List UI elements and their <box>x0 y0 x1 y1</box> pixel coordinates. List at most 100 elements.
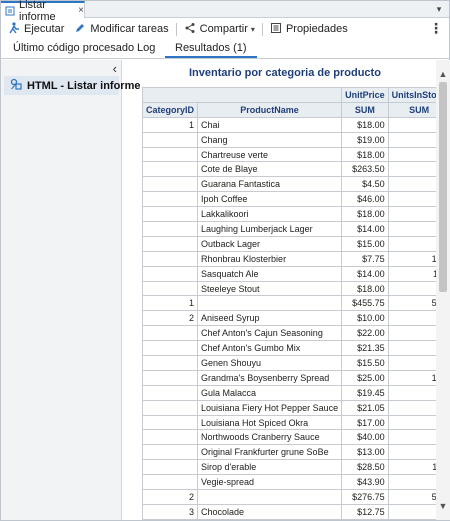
cell-categoryid <box>141 235 199 252</box>
table-row: Chartreuse verte$18.0069 <box>141 146 449 163</box>
cell-unitprice: $18.00 <box>341 116 389 133</box>
tab-last-code[interactable]: Último código procesado <box>13 42 134 58</box>
properties-icon <box>270 22 282 37</box>
cell-unitprice: $18.00 <box>341 146 389 163</box>
table-row: 2Aniseed Syrup$10.0013 <box>141 310 449 327</box>
cell-unitprice: $40.00 <box>341 429 389 446</box>
cell-categoryid <box>141 221 199 237</box>
cell-productname: Louisiana Fiery Hot Pepper Sauce <box>197 399 343 416</box>
close-icon[interactable]: × <box>78 5 84 16</box>
properties-button[interactable]: Propiedades <box>267 20 351 38</box>
toolbar-divider <box>261 22 263 36</box>
results-navigation-pane: ‹ HTML - Listar informe <box>1 60 140 520</box>
cell-productname <box>197 489 343 505</box>
tab-log[interactable]: Log <box>137 42 155 58</box>
cell-categoryid <box>141 459 199 476</box>
cell-unitprice: $21.05 <box>341 399 389 416</box>
cell-categoryid <box>141 131 199 148</box>
view-tabs: Último código procesado Log Resultados (… <box>1 39 449 59</box>
cell-categoryid <box>141 355 199 371</box>
chevron-down-icon: ▾ <box>250 24 255 34</box>
share-label: Compartir <box>199 23 248 35</box>
table-row: Sirop d'erable$28.50113 <box>141 459 449 476</box>
cell-productname: Chai <box>197 116 343 133</box>
cell-categoryid <box>141 429 199 446</box>
column-header-categoryid: CategoryID <box>141 101 199 118</box>
vertical-scrollbar[interactable]: ▲ ▼ <box>436 60 450 520</box>
cell-categoryid <box>141 191 199 208</box>
run-icon <box>8 21 20 37</box>
cell-unitprice: $263.50 <box>341 161 389 178</box>
cell-productname: Chef Anton's Cajun Seasoning <box>197 325 343 342</box>
cell-unitprice: $22.00 <box>341 325 389 342</box>
cell-unitprice: $21.35 <box>341 340 389 357</box>
cell-productname: Chocolade <box>197 503 343 520</box>
cell-productname: Vegie-spread <box>197 474 343 491</box>
cell-productname: Louisiana Hot Spiced Okra <box>197 414 343 431</box>
modify-tasks-button[interactable]: Modificar tareas <box>71 20 171 38</box>
nav-item-html-result[interactable]: HTML - Listar informe <box>4 76 140 95</box>
cell-categoryid <box>141 518 199 520</box>
column-header-productname: ProductName <box>197 101 343 118</box>
cell-categoryid <box>141 176 199 193</box>
cell-unitprice: $46.00 <box>341 191 389 208</box>
cell-categoryid <box>141 325 199 342</box>
cell-categoryid <box>141 280 199 297</box>
cell-productname: Gula Malacca <box>197 384 343 401</box>
tab-list-chevron-icon[interactable]: ▾ <box>432 2 446 16</box>
cell-unitprice: $28.50 <box>341 459 389 476</box>
html-result-icon <box>10 78 22 93</box>
cell-productname: Chef Anton's Gumbo Mix <box>197 340 343 357</box>
cell-unitprice: $455.75 <box>341 295 389 312</box>
cell-unitprice: $7.75 <box>341 250 389 267</box>
cell-productname: Guarana Fantastica <box>197 176 343 193</box>
cell-productname: Ipoh Coffee <box>197 191 343 208</box>
cell-unitprice: $15.50 <box>341 355 389 371</box>
header-group-unitprice: UnitPrice <box>341 87 389 103</box>
document-tab-strip: Listar informe × ▾ <box>1 0 449 23</box>
cell-unitprice: $10.00 <box>341 310 389 327</box>
cell-unitprice: $15.00 <box>341 235 389 252</box>
table-row: Grandma's Boysenberry Spread$25.00120 <box>141 369 449 386</box>
scroll-down-icon[interactable]: ▼ <box>436 500 450 512</box>
cell-categoryid <box>141 414 199 431</box>
more-options-icon[interactable]: ⋮ <box>429 21 443 35</box>
table-row: Louisiana Hot Spiced Okra$17.004 <box>141 414 449 431</box>
edit-icon <box>74 22 86 37</box>
cell-categoryid: 1 <box>141 295 199 312</box>
run-button[interactable]: Ejecutar <box>5 20 67 38</box>
table-row: Steeleye Stout$18.0020 <box>141 280 449 297</box>
cell-unitprice: $14.00 <box>341 265 389 282</box>
toolbar-divider <box>175 22 177 36</box>
cell-categoryid: 2 <box>141 310 199 327</box>
table-row: 2$276.75507 <box>141 489 449 505</box>
cell-categoryid <box>141 340 199 357</box>
collapse-pane-icon[interactable]: ‹ <box>113 61 117 76</box>
header-row: CategoryID ProductName SUM SUM <box>141 101 449 118</box>
share-icon <box>184 22 196 37</box>
table-row: Northwoods Cranberry Sauce$40.006 <box>141 429 449 446</box>
cell-productname: Steeleye Stout <box>197 280 343 297</box>
cell-productname: Cote de Blaye <box>197 161 343 178</box>
document-tab[interactable]: Listar informe × <box>1 0 85 23</box>
cell-unitprice: $31.23 <box>341 518 389 520</box>
cell-unitprice: $19.00 <box>341 131 389 148</box>
table-row: Gula Malacca$19.4527 <box>141 384 449 401</box>
table-row: Rhonbrau Klosterbier$7.75125 <box>141 250 449 267</box>
report-title: Inventario por categoria de producto <box>189 67 381 79</box>
table-row: Guarana Fantastica$4.5020 <box>141 176 449 193</box>
cell-categoryid <box>141 206 199 223</box>
toolbar: Ejecutar Modificar tareas Compartir ▾ Pr… <box>1 19 449 39</box>
scrollbar-thumb[interactable] <box>439 82 447 292</box>
cell-productname: Outback Lager <box>197 235 343 252</box>
cell-productname: Sirop d'erable <box>197 459 343 476</box>
table-row: Sasquatch Ale$14.00111 <box>141 265 449 282</box>
cell-categoryid <box>141 161 199 178</box>
scroll-up-icon[interactable]: ▲ <box>436 68 450 80</box>
share-button[interactable]: Compartir ▾ <box>181 20 258 38</box>
properties-label: Propiedades <box>285 23 348 35</box>
table-row: Chef Anton's Gumbo Mix$21.350 <box>141 340 449 357</box>
cell-unitprice: $19.45 <box>341 384 389 401</box>
table-row: Chang$19.0017 <box>141 131 449 148</box>
tab-results[interactable]: Resultados (1) <box>165 42 257 58</box>
